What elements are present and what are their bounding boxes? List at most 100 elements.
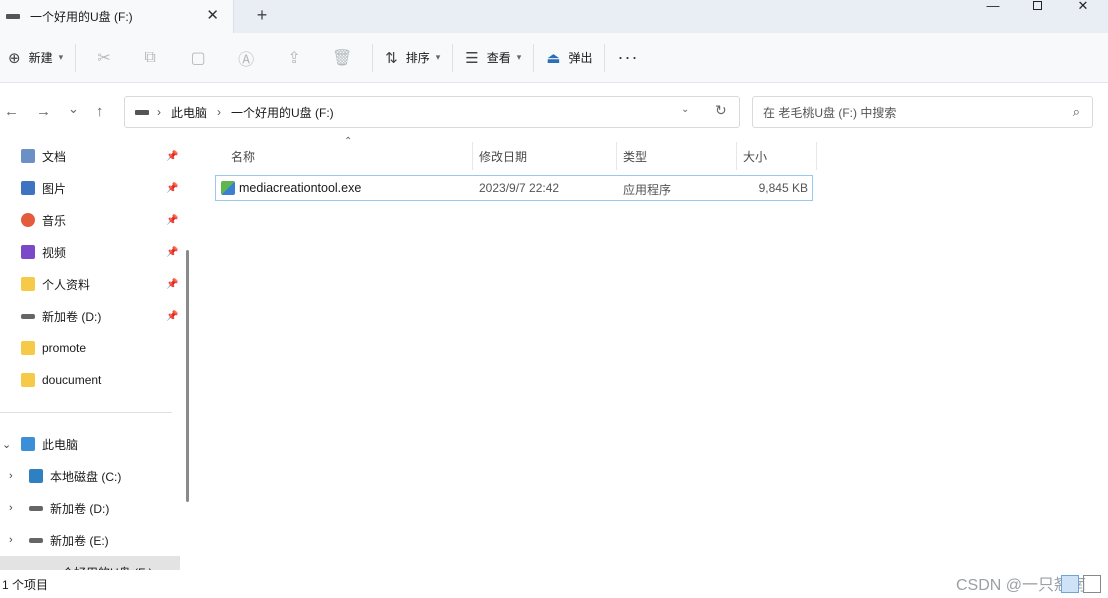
column-name-label: 名称 <box>231 149 256 164</box>
pin-icon: 📌 <box>166 150 179 162</box>
chevron-down-icon: ▾ <box>58 52 64 62</box>
pin-icon: 📌 <box>166 246 179 258</box>
separator <box>452 43 454 72</box>
sidebar-item-drive-d[interactable]: 新加卷 (D:) 📌 <box>0 300 182 332</box>
details-view-button[interactable] <box>1061 575 1079 593</box>
column-header-type[interactable]: 类型 <box>617 142 737 170</box>
chevron-right-icon[interactable]: › <box>9 470 13 482</box>
cut-button[interactable]: ✂ <box>82 42 126 74</box>
sidebar-item-music[interactable]: 音乐 📌 <box>0 204 182 236</box>
view-label: 查看 <box>486 51 511 65</box>
sort-label: 排序 <box>405 51 430 65</box>
sort-button[interactable]: ⇅ 排序 ▾ <box>379 42 446 74</box>
new-tab-button[interactable]: + <box>252 5 272 25</box>
sidebar-item-label: 新加卷 (D:) <box>50 501 110 516</box>
column-header-modified[interactable]: 修改日期 <box>473 142 617 170</box>
separator <box>372 43 374 72</box>
search-input[interactable]: 在 老毛桃U盘 (F:) 中搜索 ⌕ <box>752 96 1093 128</box>
copy-button[interactable]: ⧉ <box>126 42 174 74</box>
new-button[interactable]: ⊕ 新建 ▾ <box>2 42 69 74</box>
sidebar-item-label: 音乐 <box>42 213 67 228</box>
sidebar-item-label: 本地磁盘 (C:) <box>50 469 122 484</box>
close-window-button[interactable]: ✕ <box>1060 0 1106 14</box>
clipboard-icon: ▢ <box>190 49 206 67</box>
sidebar-scrollbar[interactable] <box>186 250 189 502</box>
sidebar-item-drive-e[interactable]: › 新加卷 (E:) <box>0 524 182 556</box>
chevron-down-icon[interactable]: ⌄ <box>2 438 11 451</box>
delete-button[interactable]: 🗑 <box>318 42 366 74</box>
separator <box>533 43 535 72</box>
sidebar-item-this-pc[interactable]: ⌄ 此电脑 <box>0 428 182 460</box>
breadcrumb-usb-drive[interactable]: 一个好用的U盘 (F:) <box>231 104 334 121</box>
pin-icon: 📌 <box>166 214 179 226</box>
search-placeholder: 在 老毛桃U盘 (F:) 中搜索 <box>763 105 897 120</box>
address-bar[interactable]: › 此电脑 › 一个好用的U盘 (F:) ⌄ ↻ <box>124 96 740 128</box>
file-type: 应用程序 <box>623 183 672 197</box>
rename-button[interactable]: Ⓐ <box>222 42 270 74</box>
tab-current[interactable]: 一个好用的U盘 (F:) ✕ <box>0 0 234 33</box>
sidebar-item-usb-drive[interactable]: 一个好用的U盘 (F:) <box>0 556 180 570</box>
column-modified-label: 修改日期 <box>479 149 528 164</box>
tab-close-icon[interactable]: ✕ <box>206 8 219 24</box>
paste-button[interactable]: ▢ <box>174 42 222 74</box>
maximize-icon <box>1032 1 1042 10</box>
pc-icon <box>21 437 35 451</box>
eject-button[interactable]: ⏏ 弹出 <box>540 42 598 74</box>
chevron-down-icon: ▾ <box>516 52 522 62</box>
column-type-label: 类型 <box>623 149 648 164</box>
forward-arrow-icon[interactable]: → <box>36 103 51 120</box>
sidebar-item-label: 文档 <box>42 149 67 164</box>
sidebar-item-pictures[interactable]: 图片 📌 <box>0 172 182 204</box>
file-name: mediacreationtool.exe <box>239 181 362 195</box>
pin-icon: 📌 <box>166 278 179 290</box>
maximize-button[interactable] <box>1014 0 1060 14</box>
sidebar-item-label: doucument <box>42 373 102 387</box>
folder-icon <box>21 373 35 387</box>
column-header-name[interactable]: 名称 <box>225 142 473 170</box>
sidebar-item-drive-c[interactable]: › 本地磁盘 (C:) <box>0 460 182 492</box>
recent-locations-icon[interactable]: ⌄ <box>68 101 79 117</box>
sidebar-item-label: promote <box>42 341 87 355</box>
sidebar-item-videos[interactable]: 视频 📌 <box>0 236 182 268</box>
address-dropdown-icon[interactable]: ⌄ <box>681 104 689 115</box>
tiles-view-button[interactable] <box>1083 575 1101 593</box>
sidebar-item-label: 个人资料 <box>42 277 91 292</box>
file-modified: 2023/9/7 22:42 <box>479 181 560 195</box>
sidebar-item-label: 新加卷 (D:) <box>42 309 102 324</box>
view-button[interactable]: ☰ 查看 ▾ <box>459 42 527 74</box>
file-list: ⌃ 名称 修改日期 类型 大小 mediacreationtool.exe 20… <box>200 136 1108 570</box>
folder-icon <box>21 341 35 355</box>
breadcrumb-separator-icon: › <box>157 105 161 119</box>
chevron-down-icon: ▾ <box>435 52 441 62</box>
column-header-size[interactable]: 大小 <box>737 142 817 170</box>
address-row: ← → ⌄ ↑ › 此电脑 › 一个好用的U盘 (F:) ⌄ ↻ 在 老毛桃U盘… <box>0 83 1108 140</box>
back-arrow-icon[interactable]: ← <box>4 103 19 120</box>
drive-icon <box>29 505 43 511</box>
chevron-right-icon[interactable]: › <box>9 534 13 546</box>
usb-drive-icon <box>6 14 20 19</box>
minimize-button[interactable]: — <box>970 0 1016 14</box>
status-bar: 1 个项目 CSDN @一只翘南 <box>0 570 1108 598</box>
separator <box>604 43 606 72</box>
sidebar-item-promote[interactable]: promote <box>0 332 182 364</box>
navigation-pane: 文档 📌 图片 📌 音乐 📌 视频 📌 个人资料 📌 新加卷 (D:) 📌 pr… <box>0 140 182 570</box>
eject-label: 弹出 <box>568 51 593 65</box>
up-arrow-icon[interactable]: ↑ <box>96 103 104 120</box>
rename-icon: Ⓐ <box>238 51 255 69</box>
column-size-label: 大小 <box>743 149 768 164</box>
share-button[interactable]: ⇪ <box>270 42 318 74</box>
sidebar-item-drive-d2[interactable]: › 新加卷 (D:) <box>0 492 182 524</box>
sidebar-item-label: 图片 <box>42 181 67 196</box>
chevron-right-icon[interactable]: › <box>9 502 13 514</box>
more-options-button[interactable]: ··· <box>611 42 644 74</box>
installer-icon <box>221 181 235 195</box>
sidebar-item-documents[interactable]: 文档 📌 <box>0 140 182 172</box>
music-icon <box>21 213 35 227</box>
sidebar-item-personal[interactable]: 个人资料 📌 <box>0 268 182 300</box>
sidebar-item-doucument[interactable]: doucument <box>0 364 182 396</box>
file-row[interactable]: mediacreationtool.exe 2023/9/7 22:42 应用程… <box>215 175 813 201</box>
breadcrumb-this-pc[interactable]: 此电脑 <box>171 104 207 121</box>
sidebar-divider <box>0 412 172 413</box>
separator <box>75 43 77 72</box>
refresh-icon[interactable]: ↻ <box>715 102 727 119</box>
